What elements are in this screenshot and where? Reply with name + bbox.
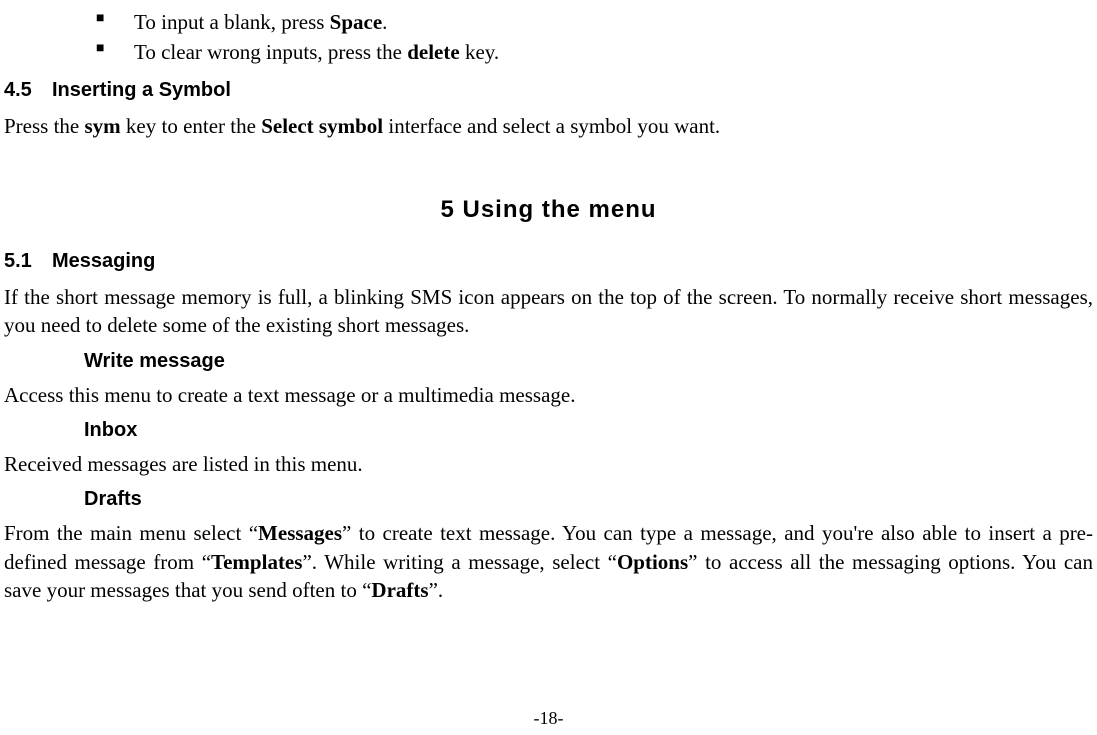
text-segment: To input a blank, press (134, 10, 330, 34)
text-bold: Drafts (371, 578, 428, 602)
text-segment: key to enter the (121, 114, 262, 138)
paragraph-write: Access this menu to create a text messag… (4, 381, 1093, 409)
paragraph-4-5: Press the sym key to enter the Select sy… (4, 112, 1093, 140)
bullet-item-clear: To clear wrong inputs, press the delete … (96, 38, 1093, 66)
bullet-list: To input a blank, press Space. To clear … (96, 8, 1093, 67)
text-bold: Space (330, 10, 383, 34)
text-segment: To clear wrong inputs, press the (134, 40, 407, 64)
section-number: 5.1 (4, 250, 52, 273)
text-segment: Press the (4, 114, 85, 138)
text-segment: key. (460, 40, 499, 64)
sub-heading-drafts: Drafts (84, 488, 1093, 511)
text-bold: sym (85, 114, 121, 138)
section-title: Messaging (52, 250, 155, 272)
text-bold: Options (617, 550, 688, 574)
paragraph-inbox: Received messages are listed in this men… (4, 450, 1093, 478)
text-segment: interface and select a symbol you want. (383, 114, 720, 138)
bullet-item-blank: To input a blank, press Space. (96, 8, 1093, 36)
section-number: 4.5 (4, 79, 52, 102)
text-segment: . (382, 10, 387, 34)
text-bold: Messages (258, 521, 342, 545)
text-bold: delete (407, 40, 459, 64)
paragraph-5-1-intro: If the short message memory is full, a b… (4, 283, 1093, 340)
section-heading-4-5: 4.5Inserting a Symbol (4, 79, 1093, 102)
section-heading-5-1: 5.1Messaging (4, 250, 1093, 273)
page-number: -18- (0, 708, 1097, 729)
sub-heading-write: Write message (84, 350, 1093, 373)
paragraph-drafts: From the main menu select “Messages” to … (4, 519, 1093, 604)
chapter-title-5: 5 Using the menu (4, 196, 1093, 224)
text-segment: From the main menu select “ (4, 521, 258, 545)
page-content: To input a blank, press Space. To clear … (0, 8, 1097, 604)
text-bold: Templates (211, 550, 302, 574)
section-title: Inserting a Symbol (52, 79, 231, 101)
sub-heading-inbox: Inbox (84, 419, 1093, 442)
text-segment: ”. While writing a message, select “ (302, 550, 617, 574)
text-segment: ”. (429, 578, 444, 602)
text-bold: Select symbol (261, 114, 383, 138)
